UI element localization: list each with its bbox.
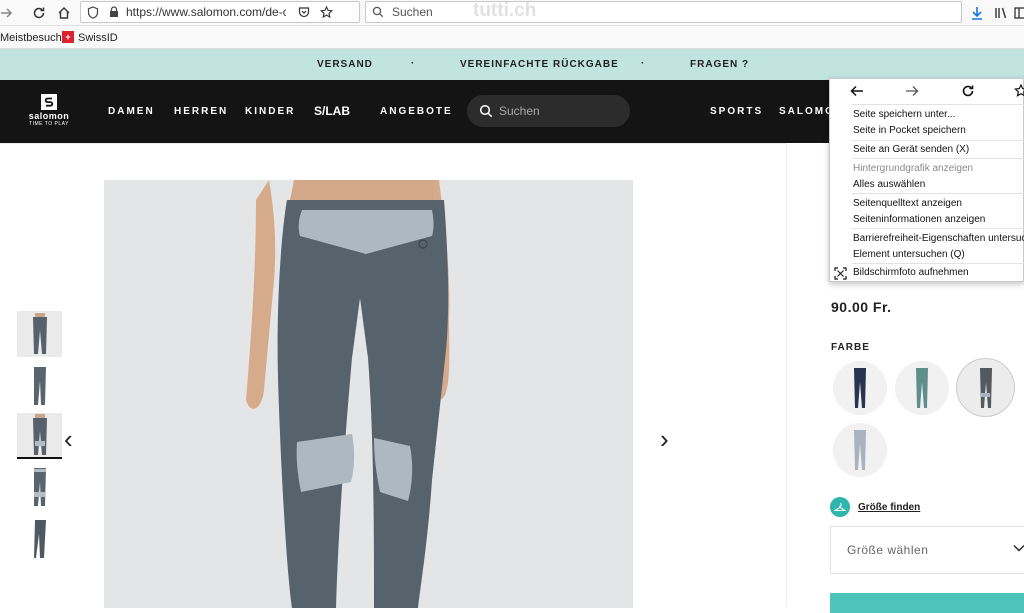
bookmark-swissid[interactable]: SwissID <box>78 32 118 44</box>
gallery-thumbnail[interactable] <box>17 311 62 357</box>
salomon-s-icon <box>41 94 57 110</box>
product-gallery: ‹ › <box>0 143 786 608</box>
color-swatch-navy[interactable] <box>833 361 887 415</box>
gallery-thumbnail[interactable] <box>17 516 62 562</box>
promo-separator: · <box>411 58 416 69</box>
reload-icon[interactable] <box>961 84 975 98</box>
search-icon <box>479 104 493 118</box>
bookmark-star-icon[interactable] <box>320 5 333 19</box>
swatch-leggings-image <box>854 368 866 408</box>
next-arrow[interactable]: › <box>660 424 669 455</box>
context-menu: Seite speichern unter... Seite in Pocket… <box>829 78 1024 282</box>
browser-search-bar[interactable]: Suchen tutti.ch <box>365 0 962 23</box>
nav-slab[interactable]: S/LAB <box>314 104 350 118</box>
home-icon[interactable] <box>55 4 73 22</box>
color-swatch-light-grey[interactable] <box>833 423 887 477</box>
swatch-leggings-image <box>916 368 928 408</box>
ctx-page-info[interactable]: Seiteninformationen anzeigen <box>853 214 985 225</box>
bookmark-star-icon[interactable] <box>1014 84 1024 98</box>
swatch-leggings-image <box>854 430 866 470</box>
ctx-select-all[interactable]: Alles auswählen <box>853 179 925 190</box>
size-guide[interactable]: Größe finden <box>830 497 920 517</box>
size-guide-link[interactable]: Größe finden <box>858 502 920 513</box>
pocket-icon[interactable] <box>298 6 310 18</box>
gallery-thumbnail[interactable] <box>17 464 62 510</box>
swatch-leggings-image <box>979 367 992 408</box>
forward-icon[interactable] <box>0 4 16 22</box>
ctx-view-source[interactable]: Seitenquelltext anzeigen <box>853 198 962 209</box>
ctx-screenshot[interactable]: Bildschirmfoto aufnehmen <box>853 267 969 278</box>
color-label: FARBE <box>831 342 870 353</box>
promo-separator: · <box>641 58 646 69</box>
color-swatch-teal[interactable] <box>895 361 949 415</box>
screenshot-icon <box>834 267 847 280</box>
bookmark-meistbesucht[interactable]: Meistbesucht <box>0 32 65 44</box>
product-main-image[interactable] <box>104 180 633 608</box>
leggings-main-image <box>246 180 450 608</box>
lock-icon[interactable] <box>109 6 119 18</box>
leggings-thumb-image <box>32 313 47 354</box>
site-search-input[interactable]: Suchen <box>467 95 630 127</box>
nav-damen[interactable]: DAMEN <box>108 106 155 117</box>
chevron-down-icon <box>1013 543 1024 553</box>
search-icon <box>372 6 384 18</box>
ctx-accessibility[interactable]: Barrierefreiheit-Eigenschaften untersuch… <box>853 233 1024 244</box>
gallery-thumbnail[interactable] <box>17 363 62 409</box>
color-swatch-grey-selected[interactable] <box>956 358 1015 417</box>
sidebar-icon[interactable] <box>1012 4 1024 22</box>
size-select-placeholder: Größe wählen <box>847 543 929 557</box>
ctx-send-to-device[interactable]: Seite an Gerät senden (X) <box>853 144 969 155</box>
prev-arrow[interactable]: ‹ <box>64 424 73 455</box>
promo-fragen[interactable]: FRAGEN ? <box>690 59 749 70</box>
forward-icon[interactable] <box>905 85 919 97</box>
nav-sports[interactable]: SPORTS <box>710 106 763 117</box>
url-text: https://www.salomon.com/de-ch/ <box>126 5 286 19</box>
salomon-logo[interactable]: salomon TIME TO PLAY <box>27 94 71 130</box>
nav-angebote[interactable]: ANGEBOTE <box>380 106 453 117</box>
add-to-cart-button[interactable] <box>830 593 1024 613</box>
hanger-icon <box>830 497 850 517</box>
search-placeholder: Suchen <box>392 5 433 19</box>
url-bar[interactable]: https://www.salomon.com/de-ch/ <box>80 1 360 23</box>
promo-bar: VERSAND · VEREINFACHTE RÜCKGABE · FRAGEN… <box>0 49 1024 80</box>
download-icon[interactable] <box>968 4 986 22</box>
site-search-placeholder: Suchen <box>499 104 540 118</box>
gallery-thumbnail-selected[interactable] <box>17 413 62 459</box>
leggings-thumb-image <box>32 414 47 455</box>
shield-icon[interactable] <box>87 5 99 19</box>
ctx-save-pocket[interactable]: Seite in Pocket speichern <box>853 125 966 136</box>
product-price: 90.00 Fr. <box>831 299 892 315</box>
leggings-thumb-image <box>33 468 46 506</box>
leggings-thumb-image <box>33 520 46 558</box>
ctx-view-background: Hintergrundgrafik anzeigen <box>853 163 974 174</box>
reload-icon[interactable] <box>30 4 48 22</box>
ctx-save-page[interactable]: Seite speichern unter... <box>853 109 955 120</box>
back-icon[interactable] <box>850 85 864 97</box>
swissid-icon: + <box>62 31 74 43</box>
size-select[interactable]: Größe wählen <box>830 526 1024 574</box>
nav-kinder[interactable]: KINDER <box>245 106 295 117</box>
bookmarks-bar: Meistbesucht + SwissID <box>0 26 1024 49</box>
watermark-logo: tutti.ch <box>473 0 537 21</box>
library-icon[interactable] <box>992 4 1010 22</box>
browser-toolbar: https://www.salomon.com/de-ch/ Suchen tu… <box>0 0 1024 26</box>
ctx-inspect-element[interactable]: Element untersuchen (Q) <box>853 249 965 260</box>
logo-wordmark: salomon <box>28 111 70 121</box>
logo-tagline: TIME TO PLAY <box>29 121 69 127</box>
nav-herren[interactable]: HERREN <box>174 106 228 117</box>
leggings-thumb-image <box>33 367 46 405</box>
promo-rueckgabe[interactable]: VEREINFACHTE RÜCKGABE <box>460 59 619 70</box>
promo-versand[interactable]: VERSAND <box>317 59 373 70</box>
